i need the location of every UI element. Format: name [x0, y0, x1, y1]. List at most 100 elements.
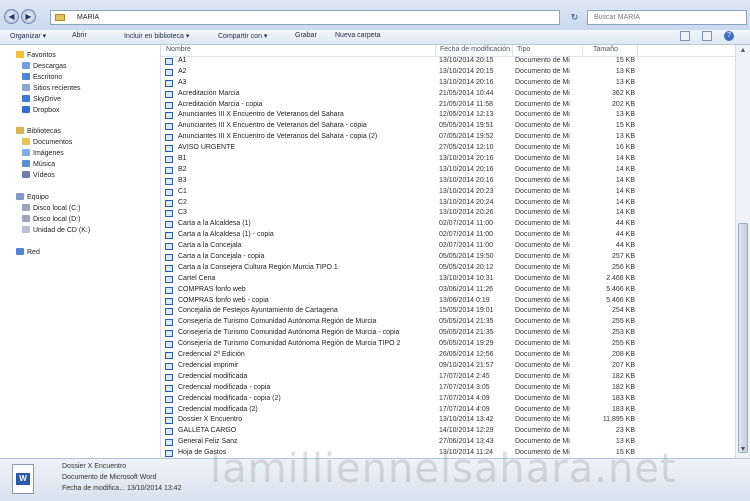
nav-item-videos[interactable]: Vídeos	[22, 171, 55, 179]
file-row[interactable]: C1 13/10/2014 20:23 Documento de Mi 14 KB	[161, 187, 735, 198]
file-row[interactable]: Anunciantes III X Encuentro de Veteranos…	[161, 110, 735, 121]
column-divider[interactable]	[435, 45, 436, 56]
nav-item-drive-c[interactable]: Disco local (C:)	[22, 204, 80, 212]
file-size: 16 KB	[615, 144, 635, 152]
column-divider[interactable]	[512, 45, 513, 56]
file-row[interactable]: Consejería de Turismo Comunidad Autónoma…	[161, 339, 735, 350]
help-icon[interactable]: ?	[724, 31, 734, 41]
file-row[interactable]: B3 13/10/2014 20:16 Documento de Mi 14 KB	[161, 176, 735, 187]
scroll-down-arrow[interactable]: ▼	[738, 445, 748, 455]
file-size: 15 KB	[615, 57, 635, 64]
nav-item-drive-d[interactable]: Disco local (D:)	[22, 215, 80, 223]
file-row[interactable]: Carta a la Concejala 02/07/2014 11:00 Docu…	[161, 241, 735, 252]
file-row[interactable]: COMPRAS fonfo web - copia 13/06/2014 0:19…	[161, 296, 735, 307]
include-library-menu[interactable]: Incluir en biblioteca ▾	[124, 32, 189, 40]
file-row[interactable]: Credencial modificada - copia (2) 17/07/2…	[161, 394, 735, 405]
nav-favorites[interactable]: Favoritos	[16, 51, 56, 59]
preview-pane-icon[interactable]	[702, 31, 712, 41]
nav-computer[interactable]: Equipo	[16, 193, 49, 201]
refresh-button[interactable]: ↻	[567, 10, 582, 25]
file-name: Carta a la Consejera Cultura Región Murc…	[165, 263, 446, 274]
file-row[interactable]: Concejalía de Festejos Ayuntamiento de C…	[161, 306, 735, 317]
scroll-up-arrow[interactable]: ▲	[738, 46, 748, 56]
search-input[interactable]: Buscar MARIA	[587, 10, 747, 25]
back-button[interactable]: ◀	[4, 9, 19, 24]
view-options-icon[interactable]	[680, 31, 690, 41]
file-name: A2	[165, 67, 446, 78]
share-menu[interactable]: Compartir con ▾	[218, 32, 267, 40]
nav-libraries[interactable]: Bibliotecas	[16, 127, 61, 135]
column-header-type[interactable]: Tipo	[517, 46, 530, 53]
new-folder-button[interactable]: Nueva carpeta	[335, 32, 381, 39]
file-row[interactable]: Consejería de Turismo Comunidad Autónoma…	[161, 317, 735, 328]
file-type: Documento de Mi	[515, 329, 570, 337]
file-name: Credencial modificada (2)	[165, 405, 446, 416]
burn-button[interactable]: Grabar	[295, 32, 317, 39]
cloud-icon	[22, 95, 30, 102]
address-path[interactable]: MARIA	[50, 10, 560, 25]
file-type: Documento de Mi	[515, 285, 570, 293]
file-date: 13/10/2014 13:42	[439, 416, 494, 424]
file-row[interactable]: Carta a la Concejala - copia 05/05/2014 1…	[161, 252, 735, 263]
column-header-size[interactable]: Tamaño	[593, 46, 618, 53]
organize-menu[interactable]: Organizar ▾	[10, 32, 46, 40]
nav-item-skydrive[interactable]: SkyDrive	[22, 95, 61, 103]
file-row[interactable]: Credencial modificada 17/07/2014 2:45 Docu…	[161, 372, 735, 383]
file-type: Documento de Mi	[515, 133, 570, 141]
file-row[interactable]: Credencial modificada (2) 17/07/2014 4:09…	[161, 405, 735, 416]
file-type: Documento de Mi	[515, 89, 570, 97]
nav-item-recent-places[interactable]: Sitios recientes	[22, 84, 80, 92]
file-row[interactable]: A1 13/10/2014 20:15 Documento de Mi 15 KB	[161, 56, 735, 67]
file-row[interactable]: Acreditación Marcia 21/05/2014 10:44 Docum…	[161, 89, 735, 100]
file-row[interactable]: Credencial imprimir 09/10/2014 21:57 Docum…	[161, 361, 735, 372]
nav-item-dropbox[interactable]: Dropbox	[22, 106, 59, 114]
file-row[interactable]: A3 13/10/2014 20:16 Documento de Mi 13 KB	[161, 78, 735, 89]
images-icon	[22, 149, 30, 156]
file-row[interactable]: Credencial modificada - copia 17/07/2014 …	[161, 383, 735, 394]
nav-item-downloads[interactable]: Descargas	[22, 62, 66, 70]
file-row[interactable]: Dossier X Encuentro 13/10/2014 13:42 Docum…	[161, 415, 735, 426]
nav-item-music[interactable]: Música	[22, 160, 55, 168]
file-row[interactable]: C3 13/10/2014 20:26 Documento de Mi 14 KB	[161, 208, 735, 219]
file-row[interactable]: Carta a la Alcaldesa (1) 02/07/2014 11:00…	[161, 219, 735, 230]
file-row[interactable]: Carta a la Consejera Cultura Región Murc…	[161, 263, 735, 274]
file-type: Documento de Mi	[515, 176, 570, 184]
vertical-scrollbar[interactable]: ▲ ▼	[735, 45, 750, 458]
column-header-name[interactable]: Nombre	[166, 46, 191, 53]
nav-item-cd-drive[interactable]: Unidad de CD (K:)	[22, 226, 90, 234]
file-row[interactable]: B2 13/10/2014 20:16 Documento de Mi 14 KB	[161, 165, 735, 176]
file-row[interactable]: Consejería de Turismo Comunidad Autónoma…	[161, 328, 735, 339]
file-name: Anunciantes III X Encuentro de Veteranos…	[165, 121, 446, 132]
file-row[interactable]: Credencial 2ª Edición 26/05/2014 12:56 Doc…	[161, 350, 735, 361]
nav-network[interactable]: Red	[16, 248, 40, 256]
file-row[interactable]: C2 13/10/2014 20:24 Documento de Mi 14 KB	[161, 198, 735, 209]
column-divider[interactable]	[582, 45, 583, 56]
file-row[interactable]: Cartel Cena 13/10/2014 10:31 Documento de …	[161, 274, 735, 285]
file-row[interactable]: COMPRAS fonfo web 03/06/2014 11:26 Documen…	[161, 285, 735, 296]
file-date: 13/10/2014 20:23	[439, 187, 494, 195]
open-button[interactable]: Abrir	[72, 32, 87, 39]
forward-button[interactable]: ▶	[21, 9, 36, 24]
file-row[interactable]: Anunciantes III X Encuentro de Veteranos…	[161, 132, 735, 143]
column-header-date[interactable]: Fecha de modificación	[440, 46, 510, 53]
file-row[interactable]: GALLETA CARGO 14/10/2014 12:29 Documento d…	[161, 426, 735, 437]
file-type: Documento de Mi	[515, 416, 570, 424]
file-row[interactable]: Carta a la Alcaldesa (1) - copia 02/07/20…	[161, 230, 735, 241]
file-name: B2	[165, 165, 446, 176]
nav-item-desktop[interactable]: Escritorio	[22, 73, 62, 81]
file-type: Documento de Mi	[515, 361, 570, 369]
file-row[interactable]: AVISO URGENTE 27/05/2014 12:10 Documento d…	[161, 143, 735, 154]
file-size: 23 KB	[615, 427, 635, 435]
file-row[interactable]: Anunciantes III X Encuentro de Veteranos…	[161, 121, 735, 132]
column-divider[interactable]	[637, 45, 638, 56]
file-type: Documento de Mi	[515, 209, 570, 217]
file-name: Anunciantes III X Encuentro de Veteranos…	[165, 110, 446, 121]
file-size: 207 KB	[612, 361, 635, 369]
scrollbar-thumb[interactable]	[738, 223, 748, 453]
file-row[interactable]: Acreditación Marcia - copia 21/05/2014 11…	[161, 100, 735, 111]
nav-item-images[interactable]: Imágenes	[22, 149, 64, 157]
nav-item-documents[interactable]: Documentos	[22, 138, 72, 146]
file-row[interactable]: A2 13/10/2014 20:15 Documento de Mi 13 KB	[161, 67, 735, 78]
file-row[interactable]: B1 13/10/2014 20:16 Documento de Mi 14 KB	[161, 154, 735, 165]
file-type: Documento de Mi	[515, 383, 570, 391]
